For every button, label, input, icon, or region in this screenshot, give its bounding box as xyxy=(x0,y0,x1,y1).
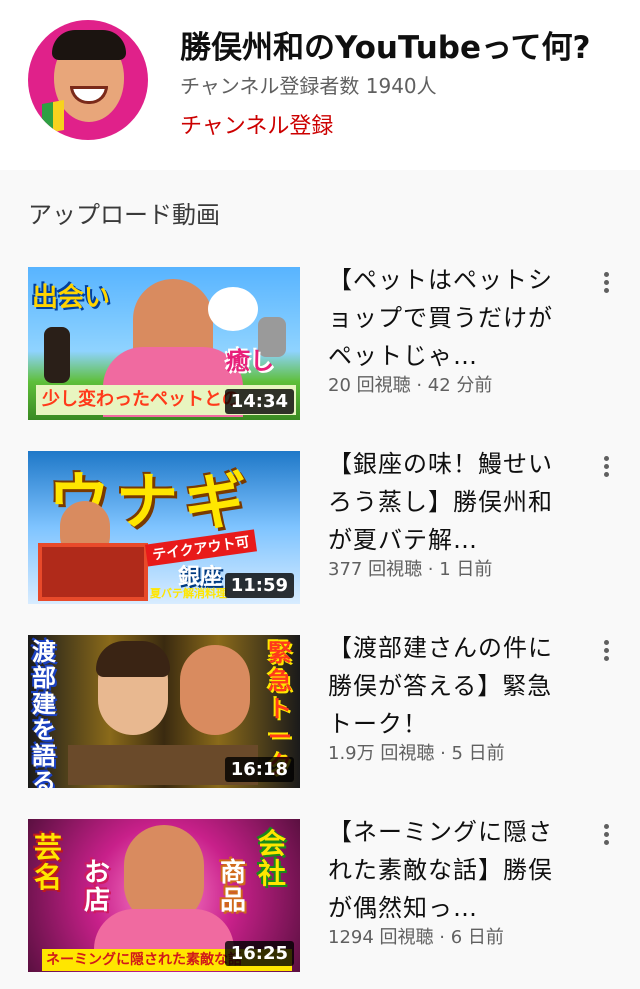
channel-header: 勝俣州和のYouTubeって何? チャンネル登録者数 1940人 チャンネル登録 xyxy=(0,0,640,170)
thumb-caption: 商品 xyxy=(220,858,247,916)
video-item[interactable]: ウナギ テイクアウト可 銀座 夏バテ解消料理 11:59 【銀座の味！鰻せいろう… xyxy=(0,450,640,611)
more-options-icon[interactable] xyxy=(596,453,616,481)
more-options-icon[interactable] xyxy=(596,269,616,297)
section-title: アップロード動画 xyxy=(28,201,220,229)
subscribe-button[interactable]: チャンネル登録 xyxy=(180,108,333,140)
video-title[interactable]: 【渡部建さんの件に勝俣が答える】緊急トーク！ xyxy=(328,629,560,743)
video-duration: 14:34 xyxy=(224,389,294,414)
thumb-caption: お店 xyxy=(84,858,111,916)
video-item[interactable]: 出会い 癒し 少し変わったペットとの 14:34 【ペットはペットショップで買う… xyxy=(0,266,640,427)
thumb-caption: 会社 xyxy=(258,827,287,890)
thumb-dog xyxy=(44,327,70,383)
thumb-caption: 芸名 xyxy=(34,831,63,894)
video-meta: 1.9万 回視聴 · 5 日前 xyxy=(328,743,505,764)
more-options-icon[interactable] xyxy=(596,821,616,849)
video-thumbnail[interactable]: 芸名 お店 会社 商品 ネーミングに隠された素敵な話 16:25 xyxy=(28,819,300,972)
more-options-icon[interactable] xyxy=(596,637,616,665)
video-meta: 1294 回視聴 · 6 日前 xyxy=(328,927,504,948)
thumb-caption: 渡部建を語る xyxy=(32,638,56,788)
thumb-unagi-box xyxy=(38,543,148,601)
channel-avatar[interactable] xyxy=(28,20,148,140)
video-thumbnail[interactable]: 渡部建を語る 緊急トーク 16:18 xyxy=(28,635,300,788)
video-item[interactable]: 渡部建を語る 緊急トーク 16:18 【渡部建さんの件に勝俣が答える】緊急トーク… xyxy=(0,634,640,795)
video-title[interactable]: 【ペットはペットショップで買うだけがペットじゃ… xyxy=(328,261,560,375)
video-duration: 11:59 xyxy=(224,573,294,598)
video-meta: 20 回視聴 · 42 分前 xyxy=(328,375,493,396)
video-duration: 16:18 xyxy=(224,757,294,782)
video-meta: 377 回視聴 · 1 日前 xyxy=(328,559,493,580)
thumb-hair-left xyxy=(96,641,170,677)
thumb-caption: 夏バテ解消料理 xyxy=(150,587,227,600)
video-title[interactable]: 【ネーミングに隠された素敵な話】勝俣が偶然知っ… xyxy=(328,813,560,927)
thumb-caption: 出会い xyxy=(32,283,111,313)
video-thumbnail[interactable]: 出会い 癒し 少し変わったペットとの 14:34 xyxy=(28,267,300,420)
video-item[interactable]: 芸名 お店 会社 商品 ネーミングに隠された素敵な話 16:25 【ネーミングに… xyxy=(0,818,640,979)
channel-title: 勝俣州和のYouTubeって何? xyxy=(180,30,591,66)
thumb-chicken xyxy=(208,287,258,331)
video-thumbnail[interactable]: ウナギ テイクアウト可 銀座 夏バテ解消料理 11:59 xyxy=(28,451,300,604)
thumb-caption: 癒し xyxy=(226,347,274,375)
avatar-hair xyxy=(52,30,126,60)
thumb-person-right xyxy=(180,645,250,735)
subscriber-count: チャンネル登録者数 1940人 xyxy=(180,74,437,98)
beginner-mark-icon xyxy=(42,100,64,134)
video-title[interactable]: 【銀座の味！鰻せいろう蒸し】勝俣州和が夏バテ解… xyxy=(328,445,560,559)
video-duration: 16:25 xyxy=(224,941,294,966)
